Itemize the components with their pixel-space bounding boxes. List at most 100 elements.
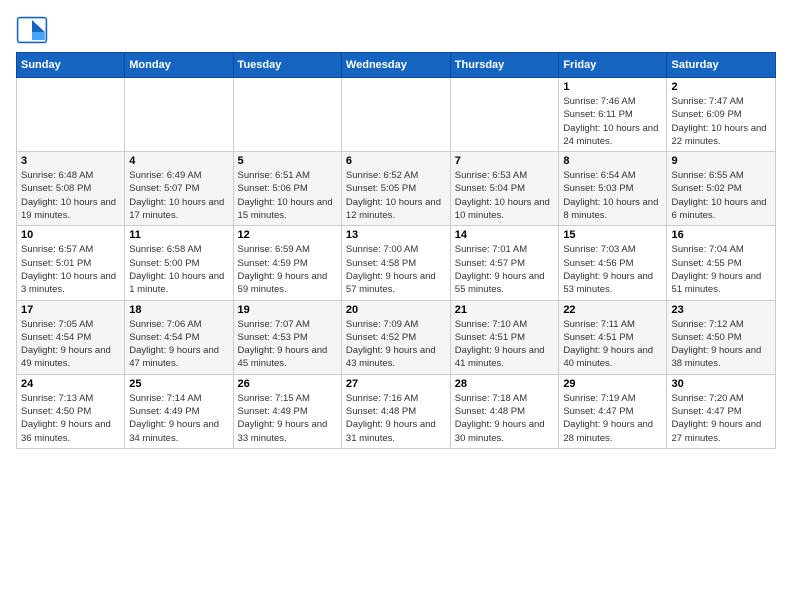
calendar-cell: 7 Sunrise: 6:53 AMSunset: 5:04 PMDaylight… bbox=[450, 152, 559, 226]
day-number: 26 bbox=[238, 378, 337, 390]
calendar-cell: 12 Sunrise: 6:59 AMSunset: 4:59 PMDayligh… bbox=[233, 226, 341, 300]
calendar-cell: 3 Sunrise: 6:48 AMSunset: 5:08 PMDaylight… bbox=[17, 152, 125, 226]
calendar-header-tuesday: Tuesday bbox=[233, 53, 341, 78]
header bbox=[16, 16, 776, 44]
day-info: Sunrise: 6:53 AMSunset: 5:04 PMDaylight:… bbox=[455, 169, 555, 222]
calendar: SundayMondayTuesdayWednesdayThursdayFrid… bbox=[16, 52, 776, 449]
day-info: Sunrise: 7:04 AMSunset: 4:55 PMDaylight:… bbox=[671, 243, 771, 296]
calendar-cell: 19 Sunrise: 7:07 AMSunset: 4:53 PMDayligh… bbox=[233, 300, 341, 374]
calendar-cell bbox=[450, 78, 559, 152]
day-info: Sunrise: 7:47 AMSunset: 6:09 PMDaylight:… bbox=[671, 95, 771, 148]
calendar-cell: 30 Sunrise: 7:20 AMSunset: 4:47 PMDayligh… bbox=[667, 374, 776, 448]
day-number: 23 bbox=[671, 304, 771, 316]
calendar-cell: 28 Sunrise: 7:18 AMSunset: 4:48 PMDayligh… bbox=[450, 374, 559, 448]
calendar-week-2: 3 Sunrise: 6:48 AMSunset: 5:08 PMDaylight… bbox=[17, 152, 776, 226]
calendar-cell bbox=[233, 78, 341, 152]
day-info: Sunrise: 7:05 AMSunset: 4:54 PMDaylight:… bbox=[21, 318, 120, 371]
day-info: Sunrise: 7:00 AMSunset: 4:58 PMDaylight:… bbox=[346, 243, 446, 296]
calendar-header-monday: Monday bbox=[125, 53, 233, 78]
day-info: Sunrise: 6:59 AMSunset: 4:59 PMDaylight:… bbox=[238, 243, 337, 296]
calendar-cell: 9 Sunrise: 6:55 AMSunset: 5:02 PMDaylight… bbox=[667, 152, 776, 226]
day-number: 13 bbox=[346, 229, 446, 241]
calendar-header-sunday: Sunday bbox=[17, 53, 125, 78]
day-info: Sunrise: 7:13 AMSunset: 4:50 PMDaylight:… bbox=[21, 392, 120, 445]
day-number: 14 bbox=[455, 229, 555, 241]
day-number: 22 bbox=[563, 304, 662, 316]
day-number: 8 bbox=[563, 155, 662, 167]
calendar-cell: 2 Sunrise: 7:47 AMSunset: 6:09 PMDaylight… bbox=[667, 78, 776, 152]
day-number: 24 bbox=[21, 378, 120, 390]
day-info: Sunrise: 7:18 AMSunset: 4:48 PMDaylight:… bbox=[455, 392, 555, 445]
day-info: Sunrise: 7:11 AMSunset: 4:51 PMDaylight:… bbox=[563, 318, 662, 371]
calendar-header-saturday: Saturday bbox=[667, 53, 776, 78]
day-info: Sunrise: 7:10 AMSunset: 4:51 PMDaylight:… bbox=[455, 318, 555, 371]
day-number: 7 bbox=[455, 155, 555, 167]
day-info: Sunrise: 6:52 AMSunset: 5:05 PMDaylight:… bbox=[346, 169, 446, 222]
calendar-week-4: 17 Sunrise: 7:05 AMSunset: 4:54 PMDayligh… bbox=[17, 300, 776, 374]
day-number: 3 bbox=[21, 155, 120, 167]
day-info: Sunrise: 7:20 AMSunset: 4:47 PMDaylight:… bbox=[671, 392, 771, 445]
day-number: 2 bbox=[671, 81, 771, 93]
calendar-cell: 13 Sunrise: 7:00 AMSunset: 4:58 PMDayligh… bbox=[341, 226, 450, 300]
day-info: Sunrise: 6:57 AMSunset: 5:01 PMDaylight:… bbox=[21, 243, 120, 296]
calendar-cell: 15 Sunrise: 7:03 AMSunset: 4:56 PMDayligh… bbox=[559, 226, 667, 300]
calendar-header-thursday: Thursday bbox=[450, 53, 559, 78]
day-number: 11 bbox=[129, 229, 228, 241]
day-info: Sunrise: 7:16 AMSunset: 4:48 PMDaylight:… bbox=[346, 392, 446, 445]
calendar-cell: 27 Sunrise: 7:16 AMSunset: 4:48 PMDayligh… bbox=[341, 374, 450, 448]
calendar-header-wednesday: Wednesday bbox=[341, 53, 450, 78]
day-number: 16 bbox=[671, 229, 771, 241]
calendar-cell: 21 Sunrise: 7:10 AMSunset: 4:51 PMDayligh… bbox=[450, 300, 559, 374]
calendar-cell bbox=[17, 78, 125, 152]
day-number: 19 bbox=[238, 304, 337, 316]
day-info: Sunrise: 7:15 AMSunset: 4:49 PMDaylight:… bbox=[238, 392, 337, 445]
day-number: 9 bbox=[671, 155, 771, 167]
calendar-cell: 11 Sunrise: 6:58 AMSunset: 5:00 PMDayligh… bbox=[125, 226, 233, 300]
day-info: Sunrise: 7:12 AMSunset: 4:50 PMDaylight:… bbox=[671, 318, 771, 371]
calendar-cell: 25Sunrise: 7:14 AMSunset: 4:49 PMDayligh… bbox=[125, 374, 233, 448]
day-number: 25 bbox=[129, 378, 228, 390]
day-info: Sunrise: 6:58 AMSunset: 5:00 PMDaylight:… bbox=[129, 243, 228, 296]
calendar-week-1: 1Sunrise: 7:46 AMSunset: 6:11 PMDaylight… bbox=[17, 78, 776, 152]
day-number: 10 bbox=[21, 229, 120, 241]
logo bbox=[16, 16, 52, 44]
calendar-cell: 24 Sunrise: 7:13 AMSunset: 4:50 PMDayligh… bbox=[17, 374, 125, 448]
calendar-cell: 10 Sunrise: 6:57 AMSunset: 5:01 PMDayligh… bbox=[17, 226, 125, 300]
calendar-cell: 17 Sunrise: 7:05 AMSunset: 4:54 PMDayligh… bbox=[17, 300, 125, 374]
day-number: 17 bbox=[21, 304, 120, 316]
calendar-cell: 14 Sunrise: 7:01 AMSunset: 4:57 PMDayligh… bbox=[450, 226, 559, 300]
day-info: Sunrise: 7:09 AMSunset: 4:52 PMDaylight:… bbox=[346, 318, 446, 371]
day-info: Sunrise: 6:55 AMSunset: 5:02 PMDaylight:… bbox=[671, 169, 771, 222]
calendar-cell: 6Sunrise: 6:52 AMSunset: 5:05 PMDaylight… bbox=[341, 152, 450, 226]
calendar-week-3: 10 Sunrise: 6:57 AMSunset: 5:01 PMDayligh… bbox=[17, 226, 776, 300]
logo-icon bbox=[16, 16, 48, 44]
day-info: Sunrise: 7:07 AMSunset: 4:53 PMDaylight:… bbox=[238, 318, 337, 371]
day-info: Sunrise: 7:06 AMSunset: 4:54 PMDaylight:… bbox=[129, 318, 228, 371]
day-number: 21 bbox=[455, 304, 555, 316]
day-number: 29 bbox=[563, 378, 662, 390]
day-number: 27 bbox=[346, 378, 446, 390]
calendar-cell: 4 Sunrise: 6:49 AMSunset: 5:07 PMDaylight… bbox=[125, 152, 233, 226]
day-number: 15 bbox=[563, 229, 662, 241]
calendar-cell: 16 Sunrise: 7:04 AMSunset: 4:55 PMDayligh… bbox=[667, 226, 776, 300]
day-number: 4 bbox=[129, 155, 228, 167]
day-info: Sunrise: 6:48 AMSunset: 5:08 PMDaylight:… bbox=[21, 169, 120, 222]
day-number: 20 bbox=[346, 304, 446, 316]
day-number: 5 bbox=[238, 155, 337, 167]
calendar-cell: 26 Sunrise: 7:15 AMSunset: 4:49 PMDayligh… bbox=[233, 374, 341, 448]
day-number: 18 bbox=[129, 304, 228, 316]
calendar-header-friday: Friday bbox=[559, 53, 667, 78]
calendar-cell bbox=[341, 78, 450, 152]
calendar-cell: 20 Sunrise: 7:09 AMSunset: 4:52 PMDayligh… bbox=[341, 300, 450, 374]
day-info: Sunrise: 7:03 AMSunset: 4:56 PMDaylight:… bbox=[563, 243, 662, 296]
day-number: 28 bbox=[455, 378, 555, 390]
day-number: 30 bbox=[671, 378, 771, 390]
calendar-cell bbox=[125, 78, 233, 152]
day-info: Sunrise: 6:54 AMSunset: 5:03 PMDaylight:… bbox=[563, 169, 662, 222]
calendar-cell: 18 Sunrise: 7:06 AMSunset: 4:54 PMDayligh… bbox=[125, 300, 233, 374]
calendar-cell: 1Sunrise: 7:46 AMSunset: 6:11 PMDaylight… bbox=[559, 78, 667, 152]
day-info: Sunrise: 7:01 AMSunset: 4:57 PMDaylight:… bbox=[455, 243, 555, 296]
day-info: Sunrise: 6:49 AMSunset: 5:07 PMDaylight:… bbox=[129, 169, 228, 222]
day-number: 12 bbox=[238, 229, 337, 241]
calendar-week-5: 24 Sunrise: 7:13 AMSunset: 4:50 PMDayligh… bbox=[17, 374, 776, 448]
